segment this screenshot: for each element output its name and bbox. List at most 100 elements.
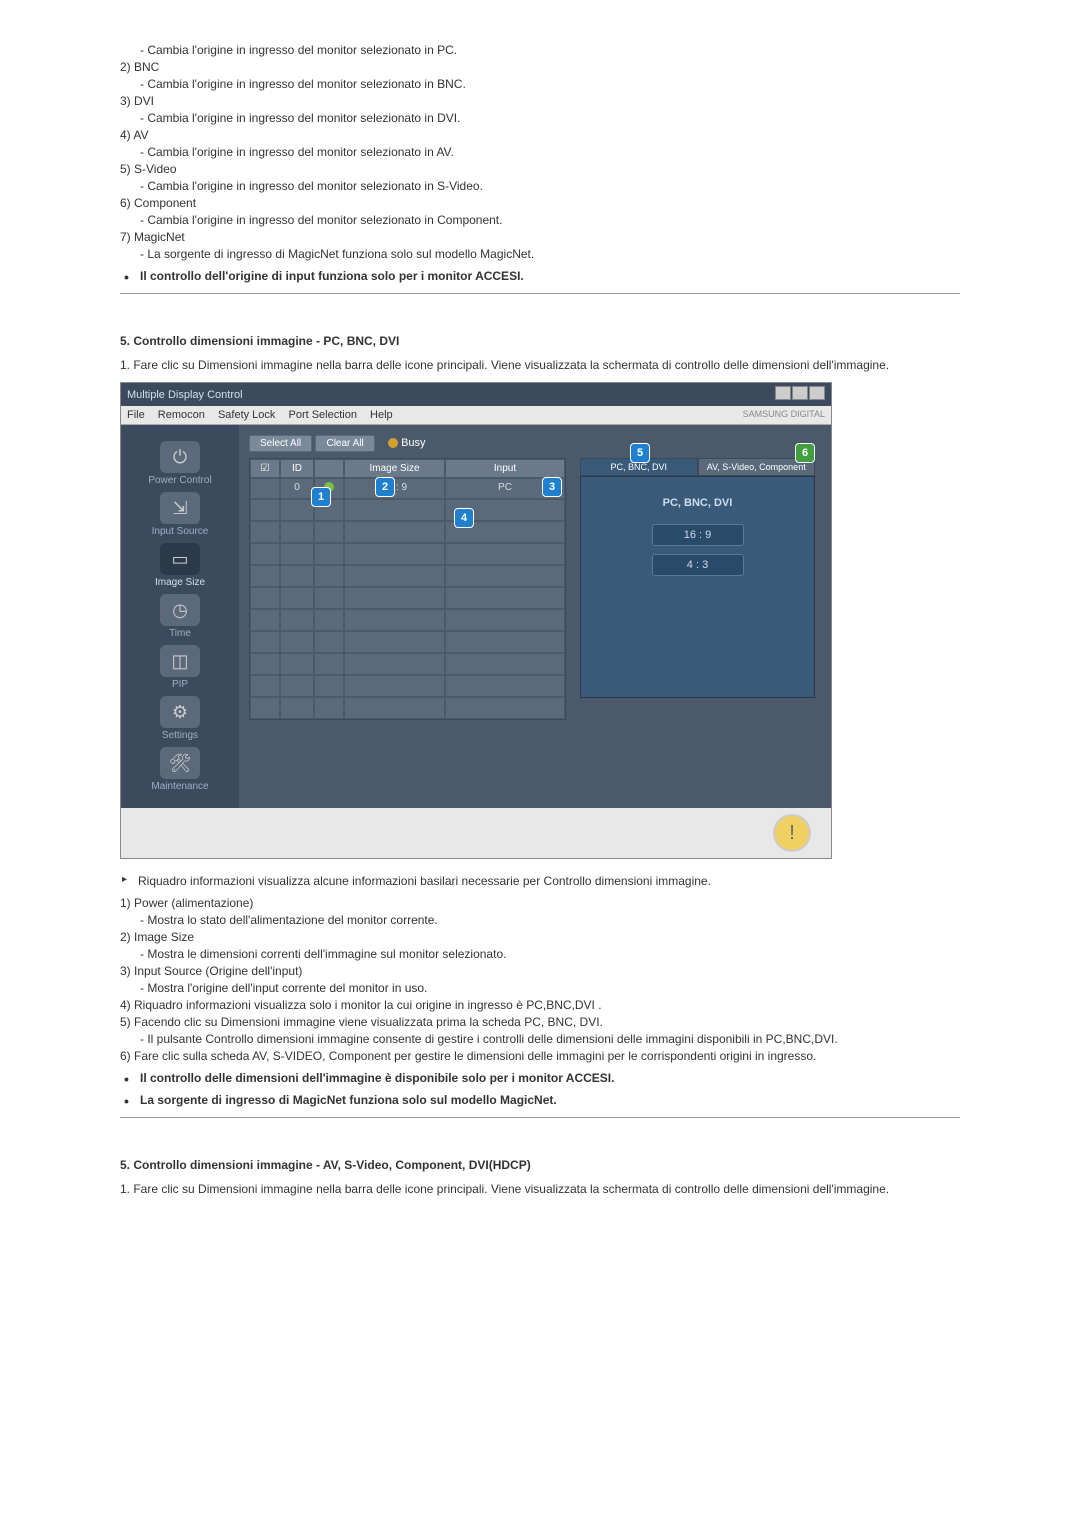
badge-2: 2 — [375, 477, 395, 497]
sidebar: ⏻ Power Control ⇲Input Source ▭ Image Size… — [121, 425, 239, 808]
imagesize-icon: ▭ — [160, 543, 200, 575]
table-row — [250, 631, 565, 653]
divider — [120, 1117, 960, 1118]
mid-item-5-sub: - Il pulsante Controllo dimensioni immag… — [140, 1032, 960, 1046]
table-row — [250, 675, 565, 697]
cell-check[interactable] — [250, 478, 280, 499]
sidebar-label: PIP — [125, 679, 235, 690]
body-area: ⏻ Power Control ⇲Input Source ▭ Image Size… — [121, 425, 831, 808]
col-power — [314, 459, 344, 478]
num: 2) — [120, 60, 131, 74]
sidebar-item-input[interactable]: ⇲Input Source — [125, 492, 235, 537]
sidebar-item-time[interactable]: ◷Time — [125, 594, 235, 639]
mid-item-3-sub: - Mostra l'origine dell'input corrente d… — [140, 981, 960, 995]
item-component: 6) Component — [120, 196, 960, 210]
menu-bar: File Remocon Safety Lock Port Selection … — [121, 406, 831, 425]
window-controls[interactable] — [774, 386, 825, 403]
minimize-icon[interactable] — [775, 386, 791, 400]
item-av: 4) AV — [120, 128, 960, 142]
maximize-icon[interactable] — [792, 386, 808, 400]
num: 6) — [120, 196, 131, 210]
table-row — [250, 543, 565, 565]
table-row — [250, 609, 565, 631]
menu-help[interactable]: Help — [370, 409, 393, 421]
num: 3) — [120, 964, 131, 978]
section-5b-step1: 1. Fare clic su Dimensioni immagine nell… — [120, 1182, 960, 1196]
sidebar-item-imagesize[interactable]: ▭ Image Size — [125, 543, 235, 588]
item-component-sub: - Cambia l'origine in ingresso del monit… — [140, 213, 960, 227]
clear-all-button[interactable]: Clear All — [315, 435, 374, 452]
item-bnc: 2) BNC — [120, 60, 960, 74]
info-icon[interactable]: ! — [773, 814, 811, 852]
option-4-3-button[interactable]: 4 : 3 — [652, 554, 744, 576]
table-row — [250, 521, 565, 543]
sidebar-item-pip[interactable]: ◫PIP — [125, 645, 235, 690]
num: 2) — [120, 930, 131, 944]
sidebar-label: Image Size — [125, 577, 235, 588]
num: 3) — [120, 94, 131, 108]
mid-item-6: 6) Fare clic sulla scheda AV, S-VIDEO, C… — [120, 1049, 960, 1063]
monitor-table: ☑ ID Image Size Input 0 1 16 — [249, 458, 566, 720]
settings-icon: ⚙ — [160, 696, 200, 728]
label: Riquadro informazioni visualizza solo i … — [134, 998, 602, 1012]
section-5a-title: 5. Controllo dimensioni immagine - PC, B… — [120, 334, 960, 348]
label: Fare clic sulla scheda AV, S-VIDEO, Comp… — [134, 1049, 816, 1063]
sidebar-item-power[interactable]: ⏻ Power Control — [125, 441, 235, 486]
label: MagicNet — [134, 230, 185, 244]
num: 4) — [120, 998, 131, 1012]
label: S-Video — [134, 162, 176, 176]
num: 7) — [120, 230, 131, 244]
label: Image Size — [134, 930, 194, 944]
sidebar-label: Settings — [125, 730, 235, 741]
menu-safetylock[interactable]: Safety Lock — [218, 409, 275, 421]
section-5a-step1: 1. Fare clic su Dimensioni immagine nell… — [120, 358, 960, 372]
app-window: Multiple Display Control File Remocon Sa… — [120, 382, 832, 859]
note-bullet: Il controllo dell'origine di input funzi… — [120, 269, 960, 283]
num: 5) — [120, 1015, 131, 1029]
badge-4: 4 — [454, 508, 474, 528]
mid-item-2: 2) Image Size — [120, 930, 960, 944]
sidebar-item-settings[interactable]: ⚙ Settings — [125, 696, 235, 741]
busy-dot-icon — [388, 438, 398, 448]
brand-logo: SAMSUNG DIGITAL — [743, 409, 825, 421]
select-all-button[interactable]: Select All — [249, 435, 312, 452]
item-dvi: 3) DVI — [120, 94, 960, 108]
cell-power: 1 — [314, 478, 344, 499]
badge-1: 1 — [311, 487, 331, 507]
right-panel: PC, BNC, DVI AV, S-Video, Component 5 6 … — [574, 458, 821, 720]
window-title: Multiple Display Control — [127, 389, 243, 401]
power-icon: ⏻ — [160, 441, 200, 473]
empty-rows: 4 — [250, 499, 565, 719]
table-row[interactable]: 0 1 16 : 9 2 PC 3 — [250, 478, 565, 499]
mdc-screenshot: Multiple Display Control File Remocon Sa… — [120, 382, 960, 859]
info-arrow: Riquadro informazioni visualizza alcune … — [120, 874, 960, 888]
close-icon[interactable] — [809, 386, 825, 400]
time-icon: ◷ — [160, 594, 200, 626]
badge-5: 5 — [630, 443, 650, 463]
item-svideo-sub: - Cambia l'origine in ingresso del monit… — [140, 179, 960, 193]
tabs: PC, BNC, DVI AV, S-Video, Component 5 6 — [580, 458, 815, 476]
section-5b-title: 5. Controllo dimensioni immagine - AV, S… — [120, 1158, 960, 1172]
cell-input: PC 3 — [445, 478, 565, 499]
label: Input Source (Origine dell'input) — [134, 964, 302, 978]
item-magicnet-sub: - La sorgente di ingresso di MagicNet fu… — [140, 247, 960, 261]
option-16-9-button[interactable]: 16 : 9 — [652, 524, 744, 546]
item-av-sub: - Cambia l'origine in ingresso del monit… — [140, 145, 960, 159]
maintenance-icon: 🛠 — [160, 747, 200, 779]
label: Component — [134, 196, 196, 210]
table-row — [250, 697, 565, 719]
table-row — [250, 653, 565, 675]
main-area: Select All Clear All Busy ☑ ID Image Siz… — [239, 425, 831, 808]
busy-label: Busy — [401, 437, 425, 449]
sidebar-item-maintenance[interactable]: 🛠Maintenance — [125, 747, 235, 792]
table-row: 4 — [250, 499, 565, 521]
menu-remocon[interactable]: Remocon — [158, 409, 205, 421]
menu-portselection[interactable]: Port Selection — [288, 409, 356, 421]
cell-id: 0 — [280, 478, 314, 499]
menu-file[interactable]: File — [127, 409, 145, 421]
panel-title: PC, BNC, DVI — [581, 497, 814, 509]
sidebar-label: Power Control — [125, 475, 235, 486]
mid-item-5: 5) Facendo clic su Dimensioni immagine v… — [120, 1015, 960, 1029]
num: 6) — [120, 1049, 131, 1063]
mid-item-3: 3) Input Source (Origine dell'input) — [120, 964, 960, 978]
